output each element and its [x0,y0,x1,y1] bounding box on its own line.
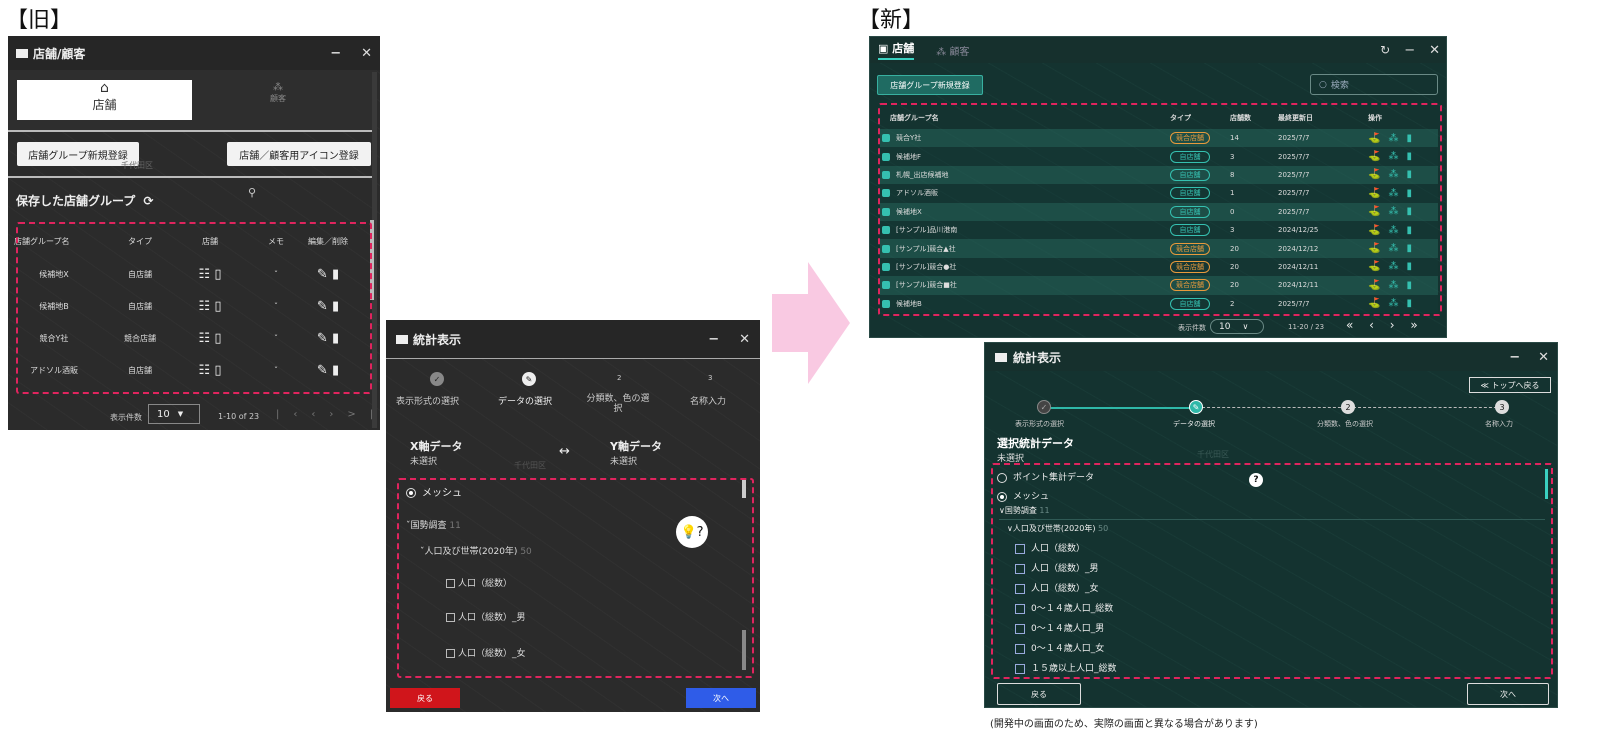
refresh-icon[interactable]: ⟳ [143,194,153,208]
close-button[interactable]: ✕ [361,46,372,61]
page-range: 1-10 of 23 [218,412,260,421]
back-button[interactable]: 戻る [997,683,1081,705]
old-store-title: 店舗/顧客 [33,46,86,61]
selected-data-title: 選択統計データ [997,437,1074,450]
highlight-box [991,463,1553,679]
y-axis-label: Y軸データ [610,440,662,453]
step-2-icon: ✎ [1189,400,1203,414]
new-stats-window: 統計表示 − ✕ ≪ トップへ戻る ✓ ✎ 2 3 表示形式の選択 データの選択… [984,342,1558,708]
tab-store[interactable]: ▣ 店舗 [878,40,915,60]
highlight-box [878,103,1442,316]
refresh-icon[interactable]: ↻ [1380,43,1390,57]
group-register-button[interactable]: 店舗グループ新規登録 [877,75,983,95]
map-label: 千代田区 [514,461,546,470]
map-label: 千代田区 [1197,450,1229,459]
page-range: 11-20 / 23 [1288,323,1325,331]
people-icon: ⁂ [273,82,283,93]
minimize-button[interactable]: − [330,46,341,61]
highlight-box [397,478,754,678]
people-icon: ⁂ [936,46,947,58]
new-stats-title: 統計表示 [1013,350,1062,365]
step-3-num: 2 [617,374,622,382]
saved-groups-heading: 保存した店舗グループ ⟳ [16,194,154,208]
step-2-icon: ✎ [522,372,536,386]
search-icon: ○ [1319,79,1327,90]
close-button[interactable]: ✕ [739,332,750,347]
page-size-select[interactable]: 10 ▼ [148,404,200,424]
step-3-label: 分類数、色の選択 [1317,420,1373,428]
tab-customer[interactable]: ⁂ 顧客 [238,82,318,104]
right-arrow-icon [772,262,850,384]
page-size-select[interactable]: 10 ∨ [1210,319,1264,334]
old-label: 【旧】 [6,8,73,33]
y-axis-value: 未選択 [610,457,638,467]
old-stats-window: 統計表示 − ✕ ✓ ✎ 2 3 表示形式の選択 データの選択 分類数、色の選択… [386,320,760,712]
store-icon: ▣ [878,42,889,55]
highlight-box [16,222,372,394]
minimize-button[interactable]: − [1404,43,1415,58]
old-stats-title: 統計表示 [413,332,462,347]
page-size-label: 表示件数 [1178,324,1206,332]
tab-store[interactable]: ⌂ 店舗 [17,80,192,120]
footnote: (開発中の画面のため、実際の画面と異なる場合があります) [990,719,1258,730]
folder-icon [396,334,408,344]
folder-icon [16,48,28,58]
new-label: 【新】 [858,8,925,33]
pagination[interactable]: |‹‹›>| [276,409,380,420]
step-4-label: 名称入力 [1485,420,1513,428]
pagination[interactable]: « ‹ › » [1346,318,1418,332]
tab-customer[interactable]: ⁂ 顧客 [936,43,969,58]
next-button[interactable]: 次へ [1467,683,1549,705]
step-1-icon: ✓ [1037,400,1051,414]
step-4-label: 名称入力 [690,397,727,407]
step-2-label: データの選択 [1173,420,1215,428]
step-3-label: 分類数、色の選択 [586,394,650,414]
x-axis-label: X軸データ [410,440,463,453]
step-4-num: 3 [1495,400,1509,414]
old-store-titlebar: 店舗/顧客 − ✕ [8,36,380,70]
back-button[interactable]: 戻る [390,688,460,708]
step-1-label: 表示形式の選択 [396,397,460,407]
icon-register-button[interactable]: 店舗／顧客用アイコン登録 [227,142,371,166]
new-store-window: ▣ 店舗 ⁂ 顧客 ↻ − ✕ 店舗グループ新規登録 ○ 検索 店舗グループ名 タ… [869,36,1447,338]
search-icon[interactable]: ⚲ [248,186,256,199]
back-to-top-button[interactable]: ≪ トップへ戻る [1469,377,1551,393]
x-axis-value: 未選択 [410,457,438,467]
search-input[interactable]: ○ 検索 [1310,74,1438,95]
swap-icon[interactable]: ↔ [559,444,570,459]
next-button[interactable]: 次へ [686,688,756,708]
tab-customer-label: 顧客 [270,94,286,103]
folder-icon [995,352,1007,362]
old-store-window: 店舗/顧客 − ✕ ⌂ 店舗 ⁂ 顧客 店舗グループ新規登録 千代田区 店舗／顧… [8,36,380,430]
home-icon: ⌂ [100,80,109,96]
close-button[interactable]: ✕ [1429,43,1440,58]
step-3-num: 2 [1341,400,1355,414]
minimize-button[interactable]: − [708,332,719,347]
minimize-button[interactable]: − [1509,350,1520,365]
page-size-label: 表示件数 [110,413,142,422]
tab-store-label: 店舗 [92,98,117,112]
close-button[interactable]: ✕ [1538,350,1549,365]
step-2-label: データの選択 [498,397,553,407]
step-1-label: 表示形式の選択 [1015,420,1064,428]
step-4-num: 3 [708,374,713,382]
map-label: 千代田区 [121,161,153,170]
step-1-icon: ✓ [430,372,444,386]
